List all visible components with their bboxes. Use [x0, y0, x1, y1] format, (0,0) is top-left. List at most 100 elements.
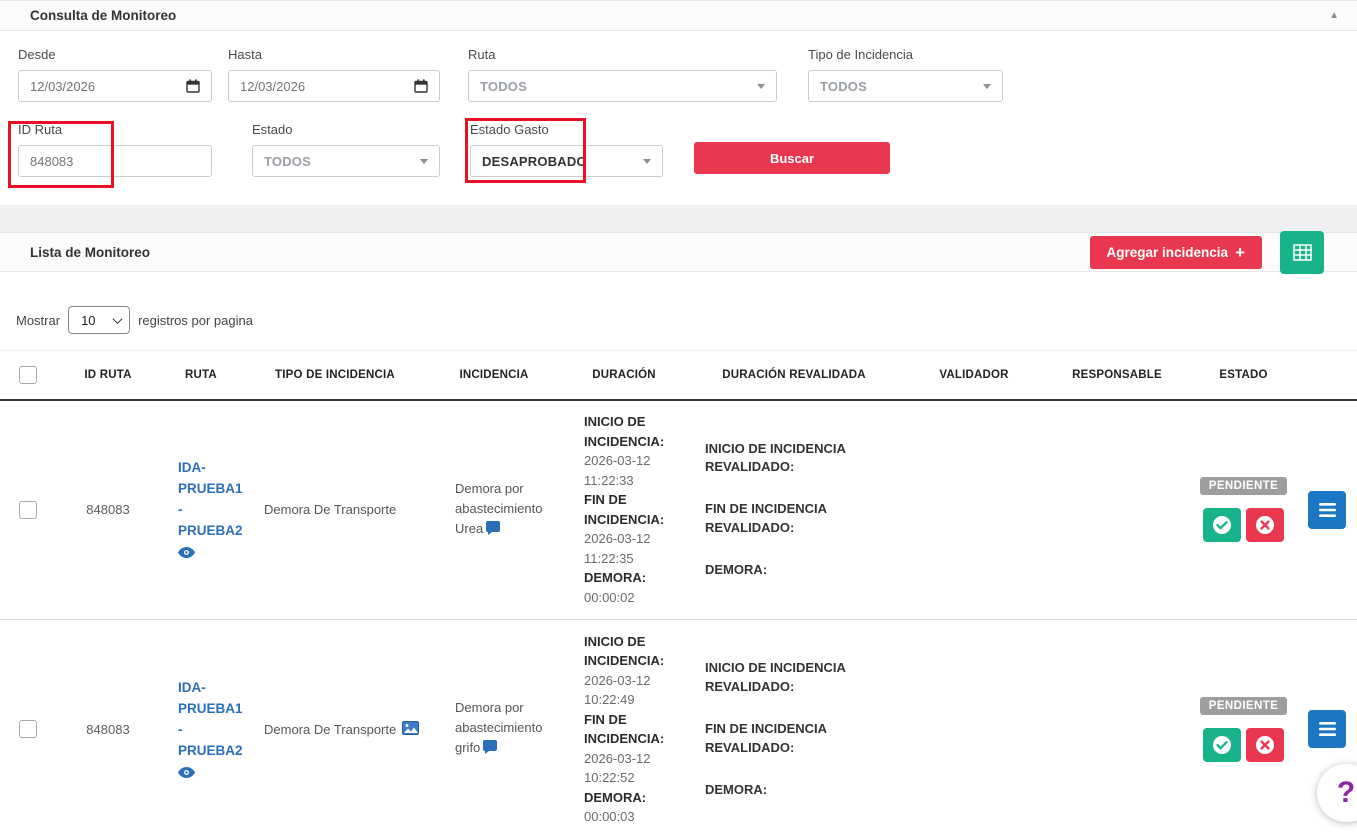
ruta-link[interactable]: IDA-PRUEBA1-PRUEBA2: [178, 680, 243, 758]
check-circle-icon: [1212, 735, 1232, 755]
field-hasta: Hasta: [228, 47, 440, 102]
cell-validador: [900, 620, 1048, 837]
monitoring-page: Consulta de Monitoreo ▲ Desde Hasta Ruta: [0, 0, 1357, 837]
inicio-revalidado-label: INICIO DE INCIDENCIA REVALIDADO:: [705, 440, 868, 478]
estado-gasto-select[interactable]: DESAPROBADO: [470, 145, 663, 177]
select-all-checkbox[interactable]: [19, 366, 37, 384]
ruta-link[interactable]: IDA-PRUEBA1-PRUEBA2: [178, 460, 243, 538]
fin-incidencia-value: 2026-03-12 11:22:35: [584, 531, 651, 566]
field-estado: Estado TODOS: [252, 122, 440, 177]
filter-body: Desde Hasta Ruta TODOS: [0, 31, 1357, 206]
row-menu-button[interactable]: [1308, 710, 1346, 748]
incidencia-text: Demora por abastecimiento grifo: [455, 700, 542, 755]
col-estado: ESTADO: [1186, 351, 1301, 400]
photo-attachment-icon[interactable]: [402, 721, 419, 738]
dropdown-arrow-icon: [643, 159, 651, 164]
id-ruta-value[interactable]: [30, 154, 200, 169]
cell-responsable: [1048, 400, 1186, 620]
inicio-incidencia-value: 2026-03-12 11:22:33: [584, 453, 651, 488]
reject-button[interactable]: [1246, 508, 1284, 542]
col-duracion: DURACIÓN: [560, 351, 688, 400]
agregar-incidencia-label: Agregar incidencia: [1107, 245, 1229, 260]
estado-select[interactable]: TODOS: [252, 145, 440, 177]
cell-responsable: [1048, 620, 1186, 837]
ruta-select[interactable]: TODOS: [468, 70, 777, 102]
cell-tipo-incidencia: Demora De Transporte: [242, 502, 428, 517]
page-size-value: 10: [81, 313, 95, 328]
table-grid-icon: [1293, 244, 1312, 261]
comment-bubble-icon[interactable]: [486, 523, 500, 538]
demora-revalidado-label: DEMORA:: [705, 781, 868, 800]
estado-gasto-selected-value: DESAPROBADO: [482, 154, 587, 169]
desde-value[interactable]: [30, 79, 178, 94]
filter-panel: Consulta de Monitoreo ▲ Desde Hasta Ruta: [0, 0, 1357, 205]
estado-label: Estado: [252, 122, 440, 137]
plus-icon: +: [1235, 244, 1245, 261]
tipo-incidencia-select[interactable]: TODOS: [808, 70, 1003, 102]
page-size-toolbar: Mostrar 10 registros por pagina: [0, 272, 1357, 350]
status-badge: PENDIENTE: [1200, 697, 1287, 715]
estado-gasto-label: Estado Gasto: [470, 122, 663, 137]
dropdown-arrow-icon: [757, 84, 765, 89]
view-route-eye-icon[interactable]: [178, 546, 244, 561]
agregar-incidencia-button[interactable]: Agregar incidencia +: [1090, 236, 1262, 269]
cell-incidencia: Demora por abastecimiento Urea: [428, 479, 560, 541]
col-responsable: RESPONSABLE: [1048, 351, 1186, 400]
cell-ruta: IDA-PRUEBA1-PRUEBA2: [160, 458, 244, 561]
table-row: 848083 IDA-PRUEBA1-PRUEBA2 Demora De Tra…: [0, 400, 1357, 620]
export-table-button[interactable]: [1280, 231, 1324, 274]
hamburger-menu-icon: [1319, 503, 1336, 517]
buscar-button[interactable]: Buscar: [694, 142, 890, 174]
calendar-icon[interactable]: [414, 79, 428, 93]
reject-button[interactable]: [1246, 728, 1284, 762]
cell-id-ruta: 848083: [56, 400, 160, 620]
inicio-incidencia-label: INICIO DE INCIDENCIA:: [584, 634, 664, 669]
table-header-row: ID RUTA RUTA TIPO DE INCIDENCIA INCIDENC…: [0, 351, 1357, 400]
row-menu-button[interactable]: [1308, 491, 1346, 529]
registros-label: registros por pagina: [138, 313, 253, 328]
table-row: 848083 IDA-PRUEBA1-PRUEBA2 Demora De Tra…: [0, 620, 1357, 837]
cell-tipo-incidencia: Demora De Transporte: [242, 721, 428, 738]
mostrar-label: Mostrar: [16, 313, 60, 328]
tipo-text: Demora De Transporte: [264, 722, 396, 737]
id-ruta-input[interactable]: [18, 145, 212, 177]
inicio-revalidado-label: INICIO DE INCIDENCIA REVALIDADO:: [705, 659, 868, 697]
field-ruta: Ruta TODOS: [468, 47, 777, 102]
question-mark-icon: ?: [1337, 776, 1355, 810]
cell-duracion-revalidada: INICIO DE INCIDENCIA REVALIDADO: FIN DE …: [688, 659, 868, 799]
row-checkbox[interactable]: [19, 501, 37, 519]
collapse-panel-icon[interactable]: ▲: [1329, 10, 1339, 21]
fin-incidencia-label: FIN DE INCIDENCIA:: [584, 492, 664, 527]
hasta-date-input[interactable]: [228, 70, 440, 102]
demora-value: 00:00:02: [584, 590, 635, 605]
tipo-incidencia-selected-value: TODOS: [820, 79, 867, 94]
chevron-down-icon: [113, 314, 123, 324]
calendar-icon[interactable]: [186, 79, 200, 93]
approve-button[interactable]: [1203, 728, 1241, 762]
fin-revalidado-label: FIN DE INCIDENCIA REVALIDADO:: [705, 500, 868, 538]
col-tipo-incidencia: TIPO DE INCIDENCIA: [242, 351, 428, 400]
check-circle-icon: [1212, 515, 1232, 535]
cell-estado: PENDIENTE: [1186, 697, 1301, 762]
row-checkbox[interactable]: [19, 720, 37, 738]
view-route-eye-icon[interactable]: [178, 766, 244, 781]
cell-ruta: IDA-PRUEBA1-PRUEBA2: [160, 678, 244, 781]
ruta-selected-value: TODOS: [480, 79, 527, 94]
monitoring-list-panel: Lista de Monitoreo Agregar incidencia + …: [0, 232, 1357, 837]
col-incidencia: INCIDENCIA: [428, 351, 560, 400]
hasta-label: Hasta: [228, 47, 440, 62]
demora-label: DEMORA:: [584, 570, 646, 585]
list-panel-header: Lista de Monitoreo Agregar incidencia +: [0, 233, 1357, 272]
fin-incidencia-value: 2026-03-12 10:22:52: [584, 751, 651, 786]
list-panel-title: Lista de Monitoreo: [30, 245, 150, 260]
inicio-incidencia-value: 2026-03-12 10:22:49: [584, 673, 651, 708]
cell-id-ruta: 848083: [56, 620, 160, 837]
desde-date-input[interactable]: [18, 70, 212, 102]
demora-label: DEMORA:: [584, 790, 646, 805]
cell-duracion-revalidada: INICIO DE INCIDENCIA REVALIDADO: FIN DE …: [688, 440, 868, 580]
hasta-value[interactable]: [240, 79, 406, 94]
col-id-ruta: ID RUTA: [56, 351, 160, 400]
page-size-select[interactable]: 10: [68, 306, 130, 334]
approve-button[interactable]: [1203, 508, 1241, 542]
comment-bubble-icon[interactable]: [483, 742, 497, 757]
